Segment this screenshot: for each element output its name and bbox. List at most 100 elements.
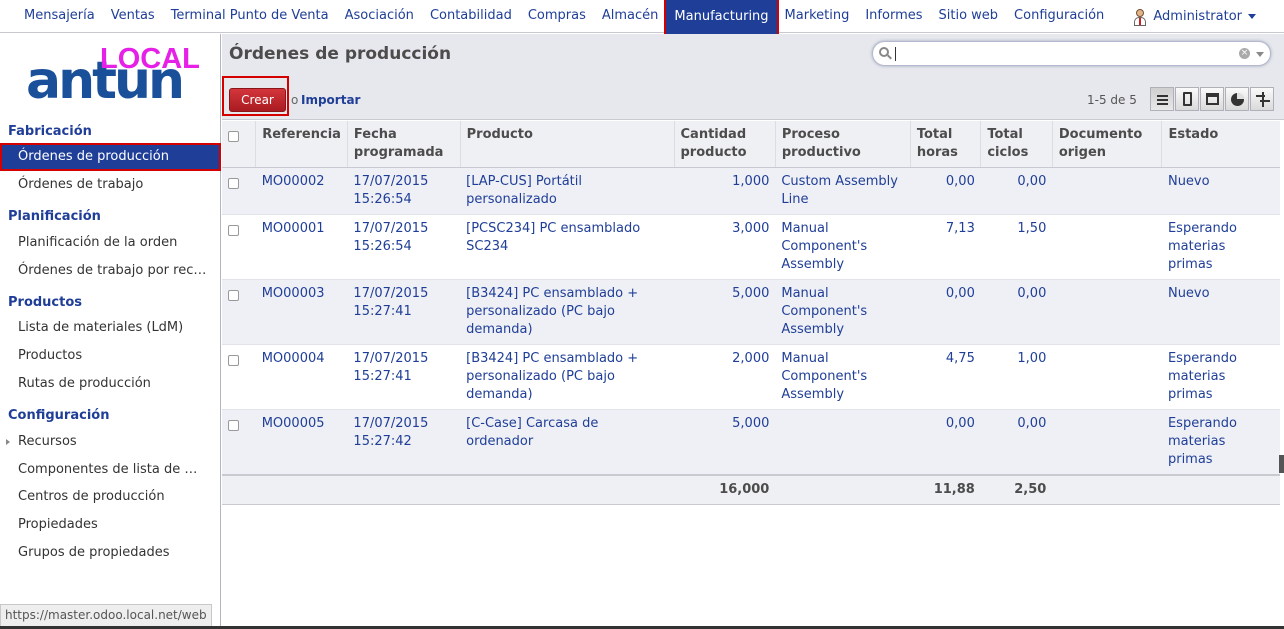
row-checkbox[interactable] (228, 290, 239, 301)
sidebar-item[interactable]: Recursos (0, 428, 221, 456)
cell-proceso[interactable] (775, 409, 911, 476)
row-select-cell[interactable] (222, 344, 256, 410)
col-proceso[interactable]: Proceso productivo (774, 121, 911, 168)
top-menu-item[interactable]: Contabilidad (422, 0, 520, 33)
col-total-horas[interactable]: Total horas (909, 121, 981, 168)
cell-referencia[interactable]: MO00002 (255, 167, 348, 215)
sidebar-item[interactable]: Lista de materiales (LdM) (0, 314, 221, 342)
sidebar-item[interactable]: Grupos de propiedades (0, 539, 221, 567)
cell-total-ciclos[interactable]: 0,00 (980, 409, 1053, 476)
sidebar-item[interactable]: Componentes de lista de … (0, 456, 221, 484)
col-fecha[interactable]: Fecha programada (346, 121, 461, 168)
cell-total-ciclos[interactable]: 1,50 (980, 214, 1053, 280)
cell-total-ciclos[interactable]: 0,00 (980, 279, 1053, 345)
pager-counter[interactable]: 1-5 de 5 (1087, 93, 1137, 107)
top-menu-item[interactable]: Almacén (594, 0, 667, 33)
cell-referencia[interactable]: MO00005 (255, 409, 348, 476)
cell-proceso[interactable]: Custom Assembly Line (775, 167, 911, 215)
top-menu-item[interactable]: Sitio web (931, 0, 1007, 33)
sidebar-item[interactable]: Rutas de producción (0, 370, 221, 398)
create-button[interactable]: Crear (229, 88, 286, 112)
search-input[interactable]: × (872, 41, 1271, 66)
table-row[interactable]: MO00002 17/07/2015 15:26:54 [LAP-CUS] Portá… (222, 167, 1280, 215)
kanban-view-button[interactable] (1175, 87, 1199, 111)
cell-proceso[interactable]: Manual Component's Assembly (775, 214, 911, 280)
col-referencia[interactable]: Referencia (255, 121, 348, 168)
gantt-view-button[interactable] (1250, 87, 1274, 111)
cell-estado[interactable]: Nuevo (1161, 279, 1280, 345)
cell-producto[interactable]: [C-Case] Carcasa de ordenador (460, 409, 674, 476)
select-all-header[interactable] (222, 121, 256, 168)
top-menu-item[interactable]: Configuración (1006, 0, 1112, 33)
table-row[interactable]: MO00004 17/07/2015 15:27:41 [B3424] PC ensa… (222, 344, 1280, 410)
cell-referencia[interactable]: MO00004 (255, 344, 348, 410)
col-total-ciclos[interactable]: Total ciclos (980, 121, 1053, 168)
cell-fecha[interactable]: 17/07/2015 15:26:54 (347, 167, 461, 215)
cell-total-horas[interactable]: 7,13 (910, 214, 981, 280)
sidebar-item[interactable]: Planificación de la orden (0, 229, 221, 257)
cell-cantidad[interactable]: 3,000 (674, 214, 776, 280)
col-cantidad[interactable]: Cantidad producto (673, 121, 776, 168)
sidebar-item[interactable]: Órdenes de trabajo (0, 171, 221, 199)
cell-documento-origen[interactable] (1052, 279, 1162, 345)
cell-estado[interactable]: Esperando materias primas (1161, 214, 1280, 280)
company-logo[interactable]: antun LOCAL (22, 42, 212, 112)
sidebar-item[interactable]: Órdenes de trabajo por rec… (0, 257, 221, 285)
cell-total-horas[interactable]: 0,00 (910, 279, 981, 345)
cell-fecha[interactable]: 17/07/2015 15:27:41 (347, 344, 461, 410)
import-link[interactable]: Importar (301, 93, 360, 107)
top-menu-item[interactable]: Terminal Punto de Venta (163, 0, 337, 33)
scrollbar-thumb[interactable] (1279, 455, 1284, 473)
graph-view-button[interactable] (1225, 87, 1249, 111)
top-menu-item[interactable]: Asociación (337, 0, 422, 33)
cell-proceso[interactable]: Manual Component's Assembly (775, 344, 911, 410)
cell-total-ciclos[interactable]: 0,00 (980, 167, 1053, 215)
sidebar-item[interactable]: Órdenes de producción (0, 143, 221, 171)
row-select-cell[interactable] (222, 409, 256, 476)
top-menu-item[interactable]: Informes (857, 0, 930, 33)
cell-referencia[interactable]: MO00001 (255, 214, 348, 280)
user-menu[interactable]: Administrator (1133, 0, 1256, 33)
row-checkbox[interactable] (228, 420, 239, 431)
cell-estado[interactable]: Esperando materias primas (1161, 409, 1280, 476)
row-checkbox[interactable] (228, 355, 239, 366)
cell-total-ciclos[interactable]: 1,00 (980, 344, 1053, 410)
top-menu-item[interactable]: Compras (520, 0, 594, 33)
table-row[interactable]: MO00003 17/07/2015 15:27:41 [B3424] PC ensa… (222, 279, 1280, 345)
row-select-cell[interactable] (222, 167, 256, 215)
cell-estado[interactable]: Nuevo (1161, 167, 1280, 215)
cell-proceso[interactable]: Manual Component's Assembly (775, 279, 911, 345)
cell-producto[interactable]: [LAP-CUS] Portátil personalizado (460, 167, 674, 215)
cell-total-horas[interactable]: 0,00 (910, 409, 981, 476)
expand-arrow-icon[interactable] (6, 439, 10, 445)
top-menu-item[interactable]: Manufacturing (664, 0, 779, 37)
cell-referencia[interactable]: MO00003 (255, 279, 348, 345)
cell-total-horas[interactable]: 0,00 (910, 167, 981, 215)
table-row[interactable]: MO00005 17/07/2015 15:27:42 [C-Case] Carcas… (222, 409, 1280, 476)
sidebar-item[interactable]: Propiedades (0, 511, 221, 539)
row-select-cell[interactable] (222, 279, 256, 345)
cell-fecha[interactable]: 17/07/2015 15:26:54 (347, 214, 461, 280)
table-row[interactable]: MO00001 17/07/2015 15:26:54 [PCSC234] PC en… (222, 214, 1280, 280)
cell-producto[interactable]: [B3424] PC ensamblado + personalizado (P… (460, 279, 674, 345)
col-estado[interactable]: Estado (1161, 121, 1280, 168)
sidebar-item[interactable]: Centros de producción (0, 483, 221, 511)
top-menu-item[interactable]: Ventas (103, 0, 163, 33)
cell-documento-origen[interactable] (1052, 214, 1162, 280)
cell-estado[interactable]: Esperando materias primas (1161, 344, 1280, 410)
col-documento-origen[interactable]: Documento origen (1051, 121, 1162, 168)
cell-producto[interactable]: [PCSC234] PC ensamblado SC234 (460, 214, 674, 280)
cell-cantidad[interactable]: 2,000 (674, 344, 776, 410)
calendar-view-button[interactable] (1200, 87, 1224, 111)
cell-total-horas[interactable]: 4,75 (910, 344, 981, 410)
cell-documento-origen[interactable] (1052, 409, 1162, 476)
cell-documento-origen[interactable] (1052, 344, 1162, 410)
cell-fecha[interactable]: 17/07/2015 15:27:42 (347, 409, 461, 476)
row-select-cell[interactable] (222, 214, 256, 280)
select-all-checkbox[interactable] (228, 131, 239, 142)
list-view-button[interactable] (1150, 87, 1174, 111)
row-checkbox[interactable] (228, 225, 239, 236)
cell-fecha[interactable]: 17/07/2015 15:27:41 (347, 279, 461, 345)
col-producto[interactable]: Producto (459, 121, 674, 168)
cell-documento-origen[interactable] (1052, 167, 1162, 215)
